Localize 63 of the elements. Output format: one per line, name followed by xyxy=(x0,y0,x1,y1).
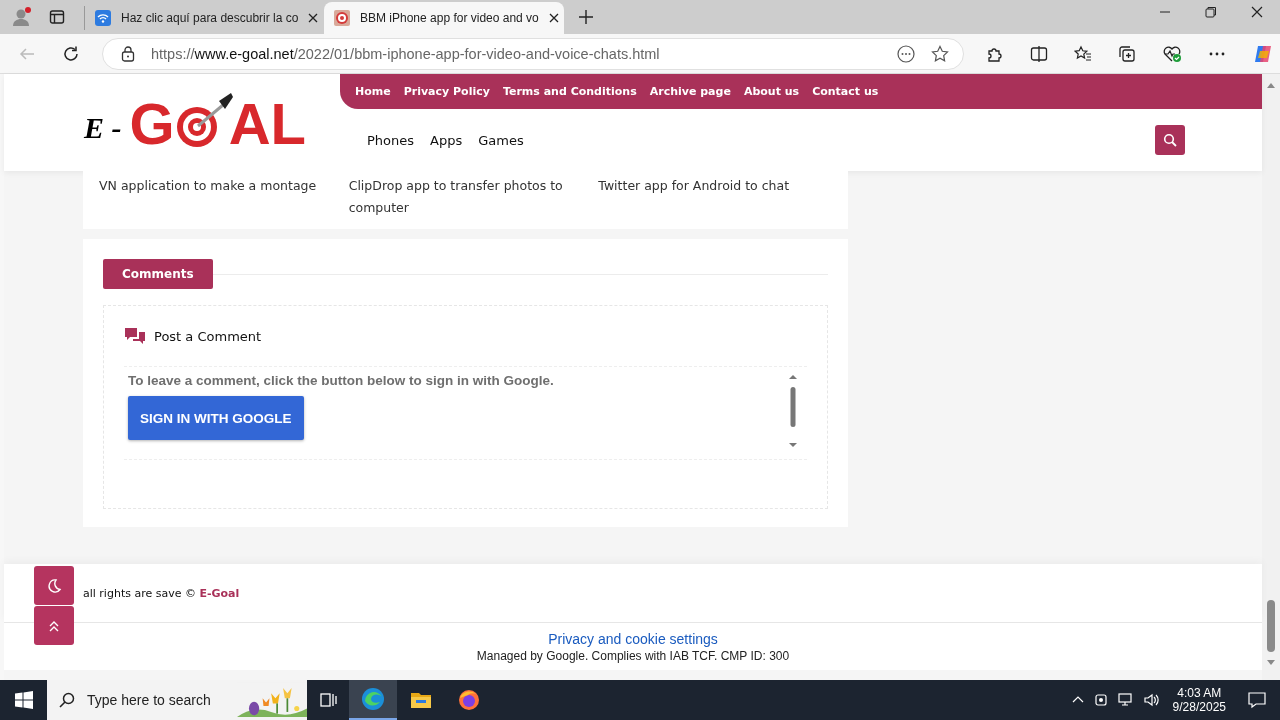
profile-icon[interactable] xyxy=(11,6,33,28)
close-icon[interactable] xyxy=(1251,5,1263,18)
cmp-note: Managed by Google. Complies with IAB TCF. CMP ID: 300 xyxy=(476,648,790,663)
sign-in-button[interactable]: SIGN IN WITH GOOGLE xyxy=(128,396,304,440)
related-post-link[interactable]: VN application to make a montage xyxy=(99,175,337,219)
taskbar-search-box[interactable]: Type here to search xyxy=(47,680,307,720)
windows-start-icon[interactable] xyxy=(15,691,33,709)
clock-time[interactable]: 4:03 AM xyxy=(1177,686,1222,700)
menu-link[interactable]: Games xyxy=(478,132,524,148)
sign-in-notice: To leave a comment, click the button below to sign in with Google. xyxy=(128,373,555,388)
menu-link[interactable]: Phones xyxy=(367,132,415,148)
site-logo[interactable]: E -G AL xyxy=(84,74,340,171)
related-post-link[interactable]: Twitter app for Android to chat xyxy=(598,175,836,219)
reload-icon[interactable] xyxy=(62,44,80,63)
privacy-settings-link[interactable]: Privacy and cookie settings xyxy=(548,630,718,647)
close-icon[interactable] xyxy=(548,13,559,23)
browser-tab[interactable]: Haz clic aquí para descubrir la co xyxy=(84,6,324,30)
lock-icon xyxy=(121,45,135,62)
close-icon[interactable] xyxy=(308,13,319,23)
browser-tab[interactable]: BBM iPhone app for video and vo xyxy=(324,2,564,34)
search-icon xyxy=(59,692,75,708)
menu-link[interactable]: About us xyxy=(743,85,800,98)
notifications-icon[interactable] xyxy=(1248,691,1266,709)
network-icon[interactable] xyxy=(1117,693,1134,707)
scrollbar-drawing[interactable] xyxy=(787,373,799,449)
new-tab-icon[interactable] xyxy=(578,9,594,25)
tab-title: Haz clic aquí para descubrir la co xyxy=(121,11,299,25)
tab-title: BBM iPhone app for video and vo xyxy=(360,11,539,25)
post-comment-title: Post a Comment xyxy=(154,328,262,344)
address-bar[interactable]: https://www.e-goal.net/2022/01/bbm-iphone-app-for-video-and-voice-chats.html xyxy=(102,37,964,70)
moon-icon xyxy=(46,577,62,594)
more-icon[interactable] xyxy=(897,44,915,63)
favorites-icon[interactable] xyxy=(1074,44,1092,63)
menu-link[interactable]: Apps xyxy=(430,132,463,148)
edge-taskbar-icon[interactable] xyxy=(349,680,397,720)
menu-link[interactable]: Archive page xyxy=(649,85,731,98)
split-screen-icon[interactable] xyxy=(1030,44,1048,63)
menu-link[interactable]: Privacy Policy xyxy=(403,85,490,98)
url-text: https://www.e-goal.net/2022/01/bbm-iphone-app-for-video-and-voice-chats.html xyxy=(151,45,661,62)
meet-now-icon[interactable] xyxy=(1093,693,1108,707)
tab-actions-icon[interactable] xyxy=(49,9,65,25)
heart-pulse-icon[interactable] xyxy=(1162,44,1182,63)
browser-icon xyxy=(361,687,385,711)
collections-icon[interactable] xyxy=(1118,44,1136,63)
target-icon xyxy=(334,10,350,26)
chat-bubbles-icon xyxy=(124,326,146,346)
volume-icon[interactable] xyxy=(1143,693,1160,707)
menu-link[interactable]: Home xyxy=(355,85,391,98)
double-chevron-up-icon xyxy=(48,619,60,632)
menu-link[interactable]: Contact us xyxy=(812,85,879,98)
related-post-link[interactable]: ClipDrop app to transfer photos to computer xyxy=(348,175,587,219)
search-field[interactable]: Type here to search xyxy=(87,686,237,714)
menu-link[interactable]: Terms and Conditions xyxy=(502,85,637,98)
wifi-icon xyxy=(95,10,111,26)
section-heading: Comments xyxy=(103,259,213,289)
search-button[interactable] xyxy=(1155,125,1185,155)
restore-icon[interactable] xyxy=(1205,5,1217,18)
task-view-icon[interactable] xyxy=(319,691,337,709)
clock-date[interactable]: 9/28/2025 xyxy=(1172,700,1226,714)
dark-mode-button[interactable] xyxy=(34,566,74,605)
star-icon[interactable] xyxy=(931,44,949,63)
copyright-text: all rights are save © E-Goal xyxy=(83,586,240,600)
search-icon xyxy=(1163,133,1177,147)
